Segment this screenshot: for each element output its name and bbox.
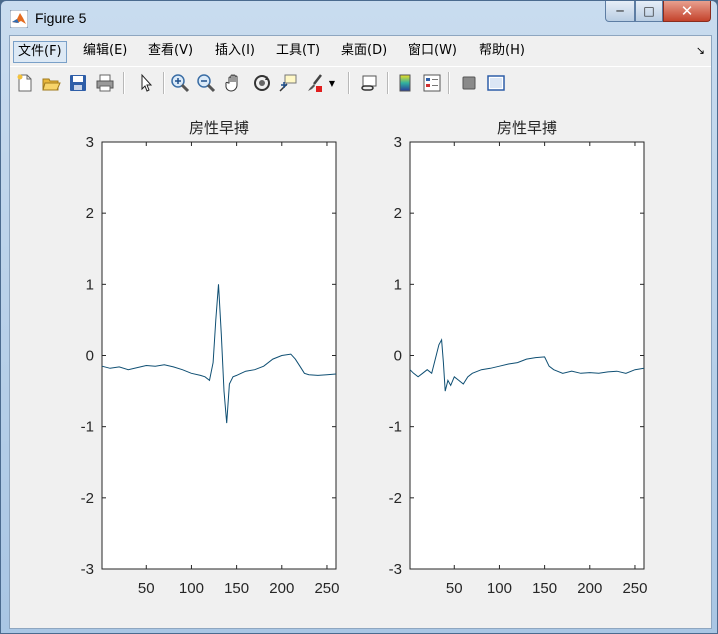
- client-area: 文件(F) 编辑(E) 查看(V) 插入(I) 工具(T) 桌面(D) 窗口(W…: [9, 35, 712, 629]
- zoom-in-icon: [171, 74, 190, 93]
- plot-axes-1[interactable]: [101, 141, 337, 570]
- x-tick-label: 250: [314, 580, 339, 597]
- plot-title: 房性早搏: [189, 119, 249, 137]
- hide-plot-tools-icon: [462, 76, 476, 90]
- show-plot-tools-icon: [487, 75, 505, 91]
- brush-icon: [308, 74, 322, 92]
- x-tick-label: 150: [224, 580, 249, 597]
- data-cursor-icon: [279, 74, 297, 92]
- y-tick-label: -3: [81, 561, 94, 578]
- menu-window[interactable]: 窗口(W): [404, 41, 461, 61]
- close-button[interactable]: ✕: [663, 1, 711, 22]
- open-file-icon: [42, 78, 61, 91]
- toolbar-separator: [448, 72, 450, 94]
- new-figure-button[interactable]: [13, 71, 37, 95]
- show-plot-tools-button[interactable]: [484, 71, 508, 95]
- hide-plot-tools-button[interactable]: [457, 71, 481, 95]
- x-tick-label: 50: [446, 580, 463, 597]
- data-cursor-button[interactable]: [276, 71, 300, 95]
- pointer-icon: [141, 73, 153, 92]
- edit-plot-button[interactable]: [134, 71, 158, 95]
- insert-colorbar-button[interactable]: [393, 71, 417, 95]
- minimize-button[interactable]: ─: [605, 1, 635, 22]
- print-icon: [96, 74, 114, 92]
- link-plot-button[interactable]: [358, 71, 382, 95]
- menu-insert[interactable]: 插入(I): [211, 41, 259, 61]
- figure-toolbar: ▼: [10, 66, 711, 102]
- pan-hand-icon: [225, 74, 238, 92]
- pan-button[interactable]: [222, 71, 246, 95]
- x-tick-label: 100: [179, 580, 204, 597]
- plot-axes-2[interactable]: [409, 141, 645, 570]
- toolbar-separator: [163, 72, 165, 94]
- y-tick-label: 3: [86, 134, 94, 151]
- x-tick-label: 200: [577, 580, 602, 597]
- menu-view[interactable]: 查看(V): [144, 41, 197, 61]
- brush-button[interactable]: [303, 71, 327, 95]
- figure-window: Figure 5 ─ □ ✕ 文件(F) 编辑(E) 查看(V) 插入(I) 工…: [0, 0, 718, 634]
- toolbar-separator: [123, 72, 125, 94]
- y-tick-label: 0: [394, 348, 402, 365]
- x-tick-label: 50: [138, 580, 155, 597]
- y-tick-label: -2: [81, 490, 94, 507]
- insert-legend-button[interactable]: [420, 71, 444, 95]
- zoom-out-icon: [197, 74, 216, 93]
- link-plot-icon: [361, 75, 377, 91]
- menu-help[interactable]: 帮助(H): [475, 41, 529, 61]
- title-bar[interactable]: Figure 5 ─ □ ✕: [1, 1, 717, 35]
- minimize-icon: ─: [616, 4, 624, 18]
- menu-desktop[interactable]: 桌面(D): [337, 41, 391, 61]
- menu-edit[interactable]: 编辑(E): [79, 41, 131, 61]
- toolbar-separator: [387, 72, 389, 94]
- window-title: Figure 5: [35, 10, 87, 26]
- toolbar-separator: [348, 72, 350, 94]
- save-icon: [70, 75, 86, 91]
- brush-dropdown[interactable]: ▼: [326, 71, 338, 95]
- plot-title: 房性早搏: [497, 119, 557, 137]
- save-button[interactable]: [66, 71, 90, 95]
- menu-tools[interactable]: 工具(T): [272, 41, 324, 61]
- maximize-button[interactable]: □: [635, 1, 663, 22]
- y-tick-label: -1: [389, 419, 402, 436]
- y-tick-label: 2: [394, 205, 402, 222]
- matlab-logo-icon: [10, 10, 28, 28]
- print-button[interactable]: [93, 71, 117, 95]
- close-icon: ✕: [680, 2, 694, 20]
- y-tick-label: -1: [81, 419, 94, 436]
- window-controls: ─ □ ✕: [605, 1, 711, 23]
- y-tick-label: -3: [389, 561, 402, 578]
- maximize-icon: □: [643, 4, 655, 18]
- y-tick-label: 0: [86, 348, 94, 365]
- chevron-down-icon: ▼: [328, 78, 336, 88]
- figure-canvas: -3 -2 -1 0 1 2 3 50 100 150 200 250 房性早搏 -3 -2 -1 0 1 2 3 50…: [81, 119, 648, 597]
- zoom-out-button[interactable]: [194, 71, 218, 95]
- figure-canvas-area: -3 -2 -1 0 1 2 3 50 100 150 200 250 房性早搏 -3 -2 -1 0 1 2 3 50…: [10, 101, 711, 628]
- x-tick-label: 150: [532, 580, 557, 597]
- y-tick-label: -2: [389, 490, 402, 507]
- open-file-button[interactable]: [39, 71, 63, 95]
- y-tick-label: 1: [86, 276, 94, 293]
- zoom-in-button[interactable]: [168, 71, 192, 95]
- y-tick-label: 1: [394, 276, 402, 293]
- dock-arrow-icon[interactable]: ↘: [696, 44, 705, 57]
- y-tick-label: 3: [394, 134, 402, 151]
- x-tick-label: 250: [622, 580, 647, 597]
- colorbar-icon: [399, 74, 411, 92]
- rotate-3d-icon: [254, 75, 270, 91]
- menu-bar: 文件(F) 编辑(E) 查看(V) 插入(I) 工具(T) 桌面(D) 窗口(W…: [10, 36, 711, 66]
- x-tick-label: 100: [487, 580, 512, 597]
- rotate-3d-button[interactable]: [250, 71, 274, 95]
- new-figure-icon: [17, 74, 32, 92]
- legend-icon: [423, 74, 441, 92]
- x-tick-label: 200: [269, 580, 294, 597]
- menu-file[interactable]: 文件(F): [13, 41, 67, 63]
- y-tick-label: 2: [86, 205, 94, 222]
